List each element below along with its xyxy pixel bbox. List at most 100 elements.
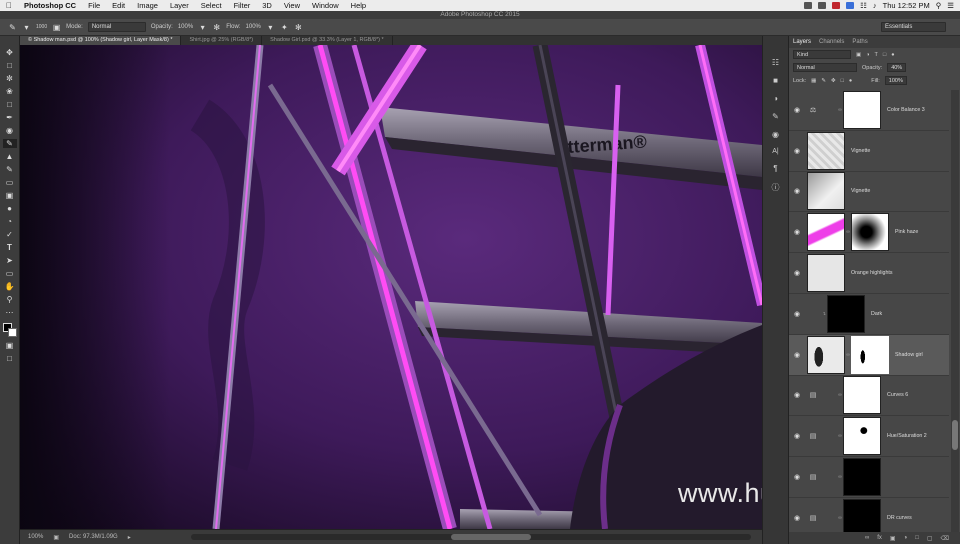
shape-filter-icon[interactable]: □ (883, 52, 886, 58)
layer-thumbnail[interactable] (807, 131, 845, 170)
visibility-eye-icon[interactable]: ◉ (789, 514, 805, 522)
share-icon[interactable]: ▣ (53, 534, 59, 541)
new-group-icon[interactable]: □ (915, 535, 919, 541)
lock-pixels-icon[interactable]: ▦ (811, 78, 816, 84)
layer-name[interactable]: Curves 6 (887, 392, 908, 398)
marquee-tool-icon[interactable]: □ (3, 61, 17, 70)
layer-row[interactable]: ◉ ▤ ∞ Curves 6 (789, 376, 949, 417)
tab-shadow-girl[interactable]: Shadow Girl.psd @ 33.3% (Layer 1, RGB/8*… (262, 36, 393, 45)
visibility-eye-icon[interactable]: ◉ (789, 187, 805, 195)
layer-mask-thumbnail[interactable] (843, 417, 881, 456)
quick-mask-icon[interactable]: ▣ (3, 341, 17, 350)
layer-row-selected[interactable]: ◉ ∞ Shadow girl (789, 334, 949, 376)
fx-icon[interactable]: fx (877, 535, 882, 541)
layer-row[interactable]: ◉ ∞ Pink haze (789, 212, 949, 254)
character-panel-icon[interactable]: A| (772, 148, 779, 155)
shape-tool-icon[interactable]: ▭ (3, 269, 17, 278)
layer-name[interactable]: Orange highlights (851, 270, 893, 276)
menu-file[interactable]: File (82, 1, 106, 10)
stamp-tool-icon[interactable]: ▲ (3, 152, 17, 161)
tab-shadow-man[interactable]: © Shadow man.psd @ 100% (Shadow girl, La… (20, 36, 182, 45)
scrollbar-thumb[interactable] (952, 420, 958, 450)
tab-shirt[interactable]: Shirt.jpg @ 25% (RGB/8*) (181, 36, 263, 45)
image-filter-icon[interactable]: ▣ (856, 52, 861, 58)
flow-value[interactable]: 100% (246, 24, 261, 30)
chevron-down-icon[interactable]: ▾ (266, 23, 275, 32)
adjustment-filter-icon[interactable]: ◑ (866, 52, 869, 58)
visibility-eye-icon[interactable]: ◉ (789, 106, 805, 114)
menu-image[interactable]: Image (131, 1, 164, 10)
brush-panel-icon[interactable]: ✎ (772, 112, 779, 121)
color-swatches[interactable] (2, 323, 17, 337)
eraser-tool-icon[interactable]: ▭ (3, 178, 17, 187)
clone-source-panel-icon[interactable]: ◉ (772, 130, 779, 139)
tray-icon[interactable] (846, 2, 855, 9)
history-panel-icon[interactable]: ☷ (772, 58, 779, 67)
layer-row[interactable]: ◉ Vignette (789, 131, 949, 172)
lock-paint-icon[interactable]: ✎ (821, 78, 826, 84)
hand-tool-icon[interactable]: ✋ (3, 282, 17, 291)
paragraph-panel-icon[interactable]: ¶ (773, 164, 777, 173)
gradient-tool-icon[interactable]: ▣ (3, 191, 17, 200)
zoom-level[interactable]: 100% (28, 534, 43, 540)
chevron-down-icon[interactable]: ▾ (198, 23, 207, 32)
layer-name[interactable]: Vignette (851, 188, 870, 194)
swatches-panel-icon[interactable]: ■ (773, 76, 778, 85)
layer-name[interactable]: Pink haze (895, 229, 918, 235)
clock[interactable]: Thu 12:52 PM (883, 1, 930, 10)
visibility-eye-icon[interactable]: ◉ (789, 269, 805, 277)
layer-name[interactable]: DR curves (887, 515, 912, 521)
layer-mask-thumbnail[interactable] (851, 213, 889, 252)
layer-row[interactable]: ◉ ▤ ∞ (789, 457, 949, 498)
blend-mode-select[interactable]: Normal (793, 63, 857, 72)
layer-mask-thumbnail[interactable] (843, 458, 881, 497)
screen-mode-icon[interactable]: □ (3, 354, 17, 363)
history-brush-tool-icon[interactable]: ✎ (3, 165, 17, 174)
menu-edit[interactable]: Edit (106, 1, 131, 10)
visibility-eye-icon[interactable]: ◉ (789, 432, 805, 440)
tray-icon[interactable] (832, 2, 841, 9)
tab-paths[interactable]: Paths (852, 39, 867, 45)
wifi-icon[interactable]: ☷ (860, 1, 867, 10)
layers-scrollbar[interactable] (951, 90, 959, 544)
tray-icon[interactable] (804, 2, 813, 9)
layer-row[interactable]: ◉ Orange highlights (789, 253, 949, 294)
menu-view[interactable]: View (278, 1, 306, 10)
mode-select[interactable]: Normal (87, 22, 146, 32)
apple-icon[interactable]:  (0, 1, 18, 10)
horizontal-scrollbar[interactable] (190, 534, 751, 540)
brush-tool-icon[interactable]: ✎ (2, 139, 17, 148)
menu-list-icon[interactable]: ☰ (947, 1, 954, 10)
pressure-opacity-icon[interactable]: ✻ (212, 23, 221, 32)
visibility-eye-icon[interactable]: ◉ (789, 473, 805, 481)
menu-select[interactable]: Select (195, 1, 228, 10)
lock-move-icon[interactable]: ✥ (831, 78, 836, 84)
menu-layer[interactable]: Layer (164, 1, 195, 10)
dodge-tool-icon[interactable]: ◔ (3, 217, 17, 226)
tab-channels[interactable]: Channels (819, 39, 844, 45)
info-panel-icon[interactable]: ⓘ (772, 182, 780, 193)
lasso-tool-icon[interactable]: ✼ (3, 74, 17, 83)
smart-filter-icon[interactable]: ● (891, 52, 894, 58)
tab-layers[interactable]: Layers (793, 39, 811, 45)
kind-filter-select[interactable]: Kind (793, 50, 851, 59)
pen-tool-icon[interactable]: ✓ (3, 230, 17, 239)
layer-thumbnail[interactable] (827, 294, 865, 333)
layer-row[interactable]: ◉ ⚖ ∞ Color Balance 3 (789, 90, 949, 131)
more-tools-icon[interactable]: ⋯ (3, 308, 17, 317)
layer-name[interactable]: Hue/Saturation 2 (887, 433, 927, 439)
delete-layer-icon[interactable]: ⌫ (941, 535, 949, 542)
document-canvas[interactable]: tterman® (20, 45, 762, 529)
tray-icon[interactable] (818, 2, 827, 9)
menu-filter[interactable]: Filter (228, 1, 257, 10)
layer-name[interactable]: Vignette (851, 148, 870, 154)
layer-mask-thumbnail[interactable] (843, 376, 881, 415)
layer-row[interactable]: ◉ ▤ ∞ Hue/Saturation 2 (789, 416, 949, 458)
lock-artboard-icon[interactable]: □ (841, 78, 844, 84)
workspace-select[interactable]: Essentials (881, 22, 946, 32)
layer-name[interactable]: Shadow girl (895, 352, 923, 358)
visibility-eye-icon[interactable]: ◉ (789, 310, 805, 318)
visibility-eye-icon[interactable]: ◉ (789, 147, 805, 155)
layer-thumbnail[interactable] (807, 172, 845, 211)
brush-panel-icon[interactable]: ▣ (52, 23, 61, 32)
